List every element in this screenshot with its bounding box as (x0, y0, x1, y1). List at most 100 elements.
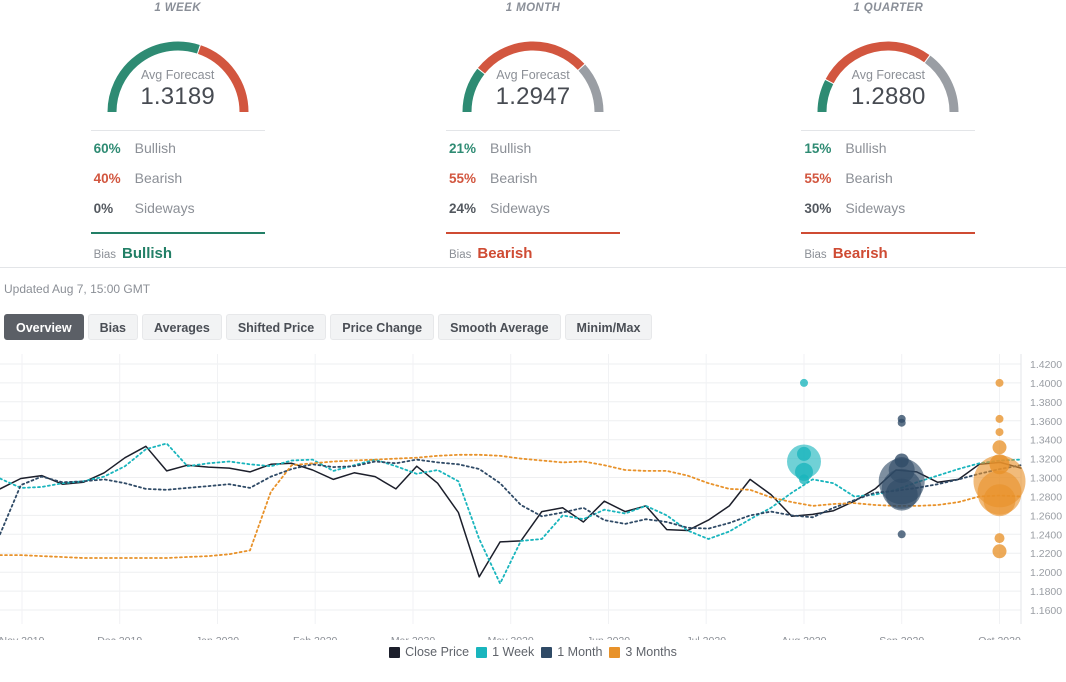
gauge-chart: Avg Forecast 1.3189 (91, 22, 265, 118)
y-axis-tick-label: 1.2400 (1030, 529, 1062, 541)
stat-row-side: 24% Sideways (446, 200, 620, 230)
stat-label-bear: Bearish (134, 170, 183, 186)
stat-percent-side: 0% (93, 201, 114, 216)
stat-percent-bear: 55% (448, 171, 477, 186)
legend-label: 1 Week (492, 645, 535, 659)
legend-item-close-price[interactable]: Close Price (389, 645, 469, 659)
legend-item-1-week[interactable]: 1 Week (476, 645, 534, 659)
sentiment-stats: 60% Bullish 40% Bearish 0% Sideways (90, 130, 265, 230)
gauge-chart: Avg Forecast 1.2947 (446, 22, 620, 118)
panel-title: 1 WEEK (154, 2, 201, 14)
gauge-segment-bearish (477, 41, 585, 74)
x-axis-tick-label: May 2020 (488, 635, 534, 640)
forecast-gauges-row: 1 WEEK Avg Forecast 1.3189 60% Bullish 4… (0, 0, 1066, 268)
stat-percent-bull: 21% (448, 141, 477, 156)
chart-canvas: 1.4200 1.4000 1.3800 1.3600 1.3400 1.3200 1.30… (0, 354, 1062, 640)
y-axis-tick-label: 1.2000 (1030, 567, 1062, 579)
sentiment-stats: 21% Bullish 55% Bearish 24% Sideways (445, 130, 620, 230)
stat-row-bear: 55% Bearish (801, 170, 975, 200)
tab-price-change[interactable]: Price Change (330, 314, 435, 340)
forecast-panel-1: 1 WEEK Avg Forecast 1.3189 60% Bullish 4… (0, 0, 355, 267)
legend-swatch-icon (389, 646, 401, 658)
stat-label-side: Sideways (489, 200, 550, 216)
stat-label-bull: Bullish (134, 140, 176, 156)
bias-row: Bias Bearish (446, 234, 620, 262)
stat-percent-bull: 15% (804, 141, 832, 156)
updated-timestamp: Updated Aug 7, 15:00 GMT (4, 282, 151, 296)
tab-smooth-average[interactable]: Smooth Average (438, 314, 561, 340)
bias-value: Bullish (122, 245, 173, 262)
y-axis-tick-label: 1.4200 (1030, 359, 1062, 371)
tab-averages[interactable]: Averages (142, 314, 222, 340)
x-axis-tick-label: Oct 2020 (978, 635, 1021, 640)
tab-overview[interactable]: Overview (4, 314, 84, 340)
panel-title: 1 QUARTER (853, 2, 924, 14)
y-axis-tick-label: 1.3600 (1030, 416, 1062, 428)
x-axis-tick-label: Jun 2020 (587, 635, 630, 640)
stat-row-bear: 40% Bearish (91, 170, 265, 200)
y-axis-tick-label: 1.2800 (1030, 492, 1062, 504)
bias-row: Bias Bullish (91, 234, 265, 262)
x-axis-tick-label: Dec 2019 (97, 635, 142, 640)
forecast-bubble[interactable] (897, 530, 906, 539)
stat-percent-bear: 55% (804, 171, 832, 186)
forecast-bubble[interactable] (992, 544, 1007, 559)
stat-percent-bull: 60% (93, 141, 121, 156)
gauge-segment-bullish (817, 79, 834, 113)
tab-shifted-price[interactable]: Shifted Price (225, 314, 327, 340)
y-axis-tick-label: 1.3000 (1030, 473, 1062, 485)
x-axis-tick-label: Mar 2020 (391, 635, 436, 640)
stat-row-bear: 55% Bearish (446, 170, 620, 200)
stat-label-side: Sideways (134, 200, 195, 216)
forecast-bubble[interactable] (799, 474, 809, 485)
bias-row: Bias Bearish (801, 234, 975, 262)
legend-label: Close Price (405, 645, 470, 659)
chart-legend: Close Price 1 Week 1 Month 3 Months (0, 645, 1066, 659)
legend-label: 3 Months (625, 645, 677, 659)
tab-bias[interactable]: Bias (87, 314, 138, 340)
forecast-bubble[interactable] (992, 440, 1007, 455)
y-axis-tick-label: 1.3800 (1030, 397, 1062, 409)
bias-label: Bias (448, 249, 472, 261)
x-axis-tick-label: Aug 2020 (782, 635, 827, 640)
stat-percent-side: 24% (448, 201, 477, 216)
forecast-bubble[interactable] (983, 484, 1016, 517)
forecast-bubble[interactable] (885, 478, 918, 511)
gauge-segment-bearish (197, 45, 249, 113)
forecast-bubble[interactable] (994, 533, 1005, 544)
y-axis-tick-label: 1.3400 (1030, 435, 1062, 447)
gauge-segment-bullish (107, 41, 200, 113)
stat-row-bull: 21% Bullish (446, 140, 620, 170)
chart-view-tabs: Overview Bias Averages Shifted Price Price C… (0, 314, 1066, 344)
stat-row-bull: 15% Bullish (801, 140, 975, 170)
bias-label: Bias (93, 249, 117, 261)
forecast-bubble[interactable] (800, 378, 808, 387)
stat-row-bull: 60% Bullish (91, 140, 265, 170)
stat-label-bull: Bullish (489, 140, 532, 156)
legend-item-1-month[interactable]: 1 Month (541, 645, 602, 659)
stat-row-side: 0% Sideways (91, 200, 265, 230)
gauge-segment-sideways (578, 64, 604, 113)
x-axis-tick-label: Sep 2020 (879, 635, 924, 640)
forecast-chart: 1.4200 1.4000 1.3800 1.3600 1.3400 1.3200 1.30… (0, 354, 1066, 660)
forecast-bubble[interactable] (995, 378, 1004, 387)
y-axis-tick-label: 1.1800 (1030, 586, 1062, 598)
gauge-segment-bullish (462, 68, 485, 113)
gauge-chart: Avg Forecast 1.2880 (801, 22, 975, 118)
y-axis-tick-label: 1.4000 (1030, 378, 1062, 390)
forecast-bubble[interactable] (897, 418, 906, 427)
stat-label-side: Sideways (845, 200, 906, 216)
stat-percent-side: 30% (804, 201, 832, 216)
gauge-segment-bearish (826, 41, 930, 84)
y-axis-tick-label: 1.2600 (1030, 510, 1062, 522)
y-axis-tick-label: 1.2200 (1030, 548, 1062, 560)
stat-label-bull: Bullish (845, 140, 887, 156)
forecast-panel-3: 1 QUARTER Avg Forecast 1.2880 15% Bullis… (711, 0, 1066, 267)
forecast-bubble[interactable] (995, 414, 1004, 423)
forecast-panel-2: 1 MONTH Avg Forecast 1.2947 21% Bullish … (355, 0, 710, 267)
tab-minim-max[interactable]: Minim/Max (564, 314, 653, 340)
bias-value: Bearish (477, 245, 533, 262)
forecast-bubble[interactable] (995, 428, 1004, 437)
legend-swatch-icon (476, 646, 488, 658)
legend-item-3-months[interactable]: 3 Months (609, 645, 677, 659)
